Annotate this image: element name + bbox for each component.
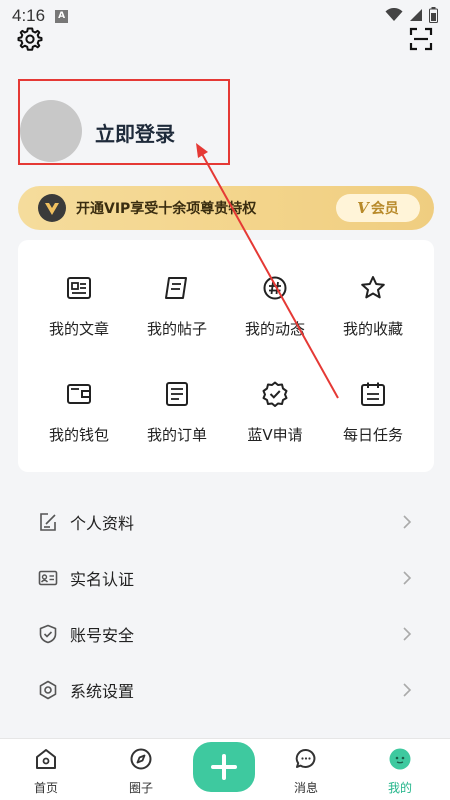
wallet-icon: [67, 384, 91, 404]
grid-item-orders[interactable]: 我的订单: [128, 380, 226, 460]
login-highlight-box: [18, 79, 230, 165]
grid-item-blue-v[interactable]: 蓝V申请: [226, 380, 324, 460]
vip-promo-text: 开通VIP享受十余项尊贵特权: [76, 201, 257, 217]
verified-badge-icon: [262, 381, 288, 407]
vip-member-badge[interactable]: V 会员: [336, 194, 420, 222]
vip-banner[interactable]: 开通VIP享受十余项尊贵特权 V 会员: [18, 186, 434, 230]
menu-item-label: 个人资料: [70, 514, 135, 533]
grid-item-wallet[interactable]: 我的钱包: [30, 380, 128, 460]
grid-item-label: 我的钱包: [48, 426, 109, 444]
shield-icon: [39, 624, 57, 644]
chevron-right-icon: [403, 627, 412, 641]
status-icons: [385, 7, 438, 23]
nav-mine[interactable]: 我的: [370, 747, 430, 796]
menu-item-label: 实名认证: [70, 570, 135, 589]
nav-label: 消息: [293, 781, 318, 795]
wifi-icon: [385, 8, 403, 21]
message-icon: [295, 748, 316, 768]
edit-profile-icon: [40, 513, 56, 531]
gear-icon[interactable]: [17, 26, 43, 52]
activity-icon: [263, 276, 287, 300]
nav-label: 首页: [33, 781, 58, 795]
menu-item-profile[interactable]: 个人资料: [18, 494, 434, 550]
menu-item-security[interactable]: 账号安全: [18, 606, 434, 662]
nav-circles[interactable]: 圈子: [111, 747, 171, 796]
grid-item-label: 我的动态: [244, 320, 305, 338]
grid-item-posts[interactable]: 我的帖子: [128, 274, 226, 354]
battery-icon: [429, 7, 438, 23]
nav-home[interactable]: 首页: [16, 747, 76, 796]
menu-item-label: 系统设置: [70, 682, 135, 701]
vip-crown-icon: [38, 194, 66, 222]
grid-item-articles[interactable]: 我的文章: [30, 274, 128, 354]
profile-face-icon: [389, 748, 411, 770]
add-post-button[interactable]: [193, 742, 255, 792]
grid-item-label: 我的文章: [48, 320, 109, 338]
chevron-right-icon: [403, 515, 412, 529]
signal-icon: [410, 9, 422, 21]
id-card-icon: [38, 570, 58, 586]
top-toolbar: [0, 24, 450, 54]
scan-icon[interactable]: [408, 26, 434, 52]
plus-icon: [211, 754, 237, 780]
feature-grid-card: 我的文章 我的帖子 我的动态 我的收藏 我的钱包 我的订单 蓝V申请 每日任务: [18, 240, 434, 472]
chevron-right-icon: [403, 683, 412, 697]
nav-messages[interactable]: 消息: [276, 747, 336, 796]
menu-item-real-name[interactable]: 实名认证: [18, 550, 434, 606]
grid-item-daily-tasks[interactable]: 每日任务: [324, 380, 422, 460]
nav-label: 我的: [387, 781, 412, 795]
post-icon: [165, 277, 187, 299]
grid-item-label: 我的收藏: [342, 320, 403, 338]
chevron-right-icon: [403, 571, 412, 585]
menu-item-label: 账号安全: [70, 626, 135, 645]
vip-v-letter: V: [357, 199, 369, 217]
grid-item-label: 每日任务: [342, 426, 403, 444]
home-icon: [36, 749, 56, 769]
order-icon: [166, 382, 188, 406]
grid-item-label: 我的订单: [146, 426, 207, 444]
star-icon: [361, 276, 385, 299]
grid-item-label: 我的帖子: [146, 320, 207, 338]
grid-item-activity[interactable]: 我的动态: [226, 274, 324, 354]
vip-badge-label: 会员: [370, 201, 399, 217]
grid-item-label: 蓝V申请: [247, 426, 303, 444]
settings-menu: 个人资料 实名认证 账号安全 系统设置: [18, 494, 434, 718]
article-icon: [67, 277, 91, 299]
grid-item-favorites[interactable]: 我的收藏: [324, 274, 422, 354]
status-time: 4:16: [12, 6, 46, 25]
nav-label: 圈子: [128, 781, 153, 795]
compass-icon: [130, 748, 152, 770]
settings-hex-icon: [39, 680, 57, 700]
calendar-icon: [361, 382, 385, 406]
notification-badge: A: [55, 9, 69, 23]
menu-item-system-settings[interactable]: 系统设置: [18, 662, 434, 718]
